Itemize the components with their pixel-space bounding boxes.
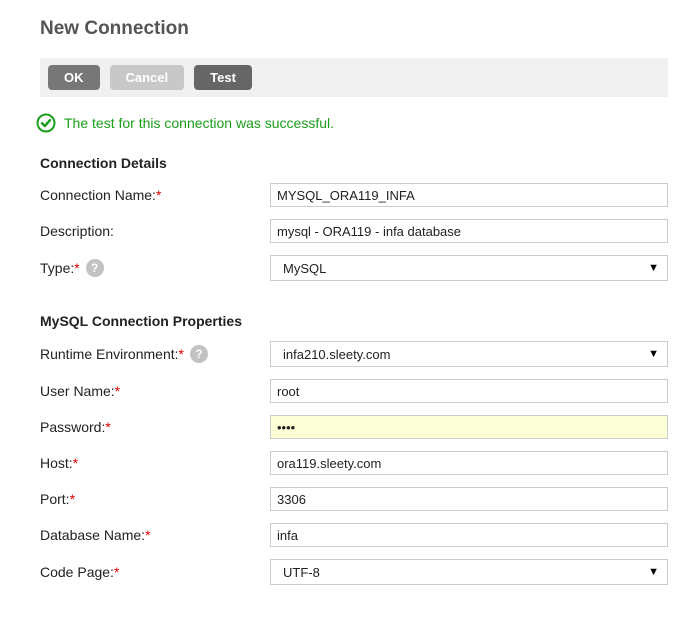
host-label: Host:* [40, 455, 270, 471]
connection-name-label: Connection Name:* [40, 187, 270, 203]
description-input[interactable] [270, 219, 668, 243]
status-row: The test for this connection was success… [36, 113, 668, 133]
type-select[interactable]: MySQL [270, 255, 668, 281]
port-input[interactable] [270, 487, 668, 511]
test-button[interactable]: Test [194, 65, 252, 90]
connection-name-input[interactable] [270, 183, 668, 207]
runtime-env-label: Runtime Environment:* ? [40, 345, 270, 363]
host-input[interactable] [270, 451, 668, 475]
button-bar: OK Cancel Test [40, 58, 668, 97]
code-page-select[interactable]: UTF-8 [270, 559, 668, 585]
code-page-label: Code Page:* [40, 564, 270, 580]
page-title: New Connection [40, 18, 668, 40]
type-label: Type:* ? [40, 259, 270, 277]
user-name-input[interactable] [270, 379, 668, 403]
mysql-properties-header: MySQL Connection Properties [40, 313, 668, 329]
runtime-env-select[interactable]: infa210.sleety.com [270, 341, 668, 367]
connection-details-header: Connection Details [40, 155, 668, 171]
description-label: Description: [40, 223, 270, 239]
status-message: The test for this connection was success… [64, 115, 334, 131]
cancel-button[interactable]: Cancel [110, 65, 185, 90]
port-label: Port:* [40, 491, 270, 507]
user-name-label: User Name:* [40, 383, 270, 399]
help-icon[interactable]: ? [86, 259, 104, 277]
password-label: Password:* [40, 419, 270, 435]
help-icon[interactable]: ? [190, 345, 208, 363]
ok-button[interactable]: OK [48, 65, 100, 90]
password-input[interactable] [270, 415, 668, 439]
database-name-label: Database Name:* [40, 527, 270, 543]
success-check-icon [36, 113, 56, 133]
database-name-input[interactable] [270, 523, 668, 547]
